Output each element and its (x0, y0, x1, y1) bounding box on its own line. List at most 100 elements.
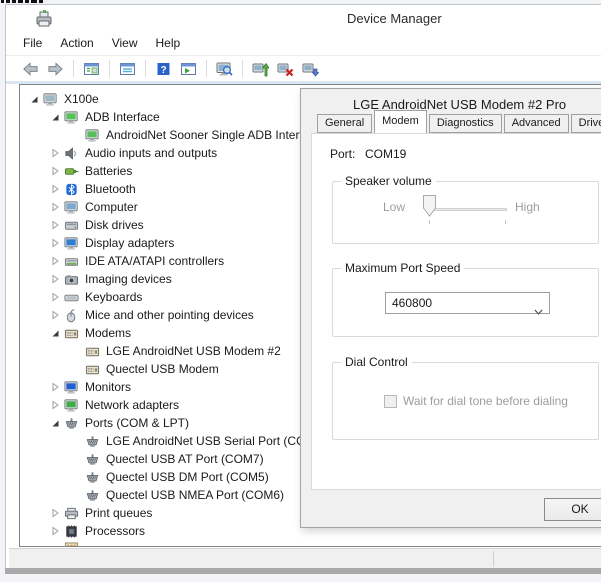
expand-arrow-icon[interactable] (50, 381, 64, 393)
slider-tick (505, 220, 506, 224)
tab-driver[interactable]: Driver (571, 114, 601, 133)
tree-item-label: Print queues (85, 506, 152, 520)
tree-item-label: Display adapters (85, 236, 174, 250)
help-icon[interactable]: ? (154, 60, 173, 78)
pins-icon (64, 542, 80, 548)
ok-button[interactable]: OK (544, 498, 601, 521)
menu-help[interactable]: Help (147, 32, 190, 55)
tree-item-label: X100e (64, 92, 99, 106)
tab-diagnostics[interactable]: Diagnostics (429, 114, 502, 133)
menu-action[interactable]: Action (51, 32, 102, 55)
tree-spacer (71, 129, 85, 141)
action-pane-icon[interactable] (179, 60, 198, 78)
tree-item-label: IDE ATA/ATAPI controllers (85, 254, 224, 268)
dial-control-group-label: Dial Control (341, 355, 412, 369)
collapse-arrow-icon[interactable] (50, 417, 64, 429)
expand-arrow-icon[interactable] (50, 237, 64, 249)
tab-general[interactable]: General (317, 114, 372, 133)
tree-item-label: Network adapters (85, 398, 179, 412)
uninstall-icon[interactable] (276, 60, 295, 78)
maximum-port-speed-group: Maximum Port Speed 460800 (332, 268, 599, 337)
modem-icon (85, 344, 101, 359)
expand-arrow-icon[interactable] (50, 255, 64, 267)
expand-arrow-icon[interactable] (50, 399, 64, 411)
imaging-icon (64, 272, 80, 287)
toolbar-separator (206, 60, 207, 77)
tree-item-label: Monitors (85, 380, 131, 394)
console-tree-icon[interactable] (82, 60, 101, 78)
properties-icon[interactable] (118, 60, 137, 78)
tree-item-label: Batteries (85, 164, 132, 178)
port-icon (85, 434, 101, 449)
tree-spacer (71, 435, 85, 447)
ide-icon (64, 254, 80, 269)
disable-icon[interactable] (301, 60, 320, 78)
forward-icon[interactable] (46, 60, 65, 78)
tab-advanced[interactable]: Advanced (504, 114, 569, 133)
speaker-volume-group: Speaker volume Low High (332, 181, 599, 244)
expand-arrow-icon[interactable] (50, 165, 64, 177)
tree-item-label: Modems (85, 326, 131, 340)
collapse-arrow-icon[interactable] (29, 93, 43, 105)
dial-control-group: Dial Control Wait for dial tone before d… (332, 362, 599, 440)
printer-icon (64, 506, 80, 521)
slider-low-label: Low (383, 200, 405, 214)
tree-item-label: Imaging devices (85, 272, 172, 286)
port-speed-select[interactable]: 460800 (385, 292, 550, 314)
slider-tick (429, 220, 430, 224)
tab-modem[interactable]: Modem (374, 110, 427, 133)
expand-arrow-icon[interactable] (50, 309, 64, 321)
tree-item[interactable] (20, 540, 601, 547)
port-speed-selected-value: 460800 (392, 296, 432, 310)
tree-spacer (71, 471, 85, 483)
menu-file[interactable]: File (14, 32, 51, 55)
mouse-icon (64, 308, 80, 323)
scan-hardware-changes-icon[interactable]: > (215, 60, 234, 78)
update-driver-icon[interactable] (251, 60, 270, 78)
adb-icon (85, 128, 101, 143)
expand-arrow-icon[interactable] (50, 147, 64, 159)
toolbar-separator (242, 60, 243, 77)
maximum-port-speed-group-label: Maximum Port Speed (341, 261, 464, 275)
tree-item-label: Quectel USB AT Port (COM7) (106, 452, 264, 466)
port-value: COM19 (365, 147, 406, 161)
processor-icon (64, 524, 80, 539)
toolbar-separator (109, 60, 110, 77)
collapse-arrow-icon[interactable] (50, 111, 64, 123)
toolbar: ?> (6, 56, 601, 81)
speaker-volume-slider-track[interactable] (427, 208, 507, 211)
monitor-icon (64, 380, 80, 395)
expand-arrow-icon[interactable] (50, 291, 64, 303)
tree-spacer (71, 345, 85, 357)
tree-item-label: Bluetooth (85, 182, 136, 196)
expand-arrow-icon[interactable] (50, 219, 64, 231)
speaker-volume-slider-thumb[interactable] (423, 195, 436, 217)
battery-icon (64, 164, 80, 179)
expand-arrow-icon[interactable] (50, 273, 64, 285)
expand-arrow-icon[interactable] (50, 183, 64, 195)
title-bar: Device Manager (6, 5, 601, 32)
modem-icon (85, 362, 101, 377)
window-title: Device Manager (347, 11, 442, 26)
port-icon (64, 416, 80, 431)
port-label: Port: (330, 147, 355, 161)
status-bar (9, 548, 601, 568)
tree-item-label: Quectel USB DM Port (COM5) (106, 470, 269, 484)
wait-for-dial-tone-checkbox[interactable] (384, 395, 397, 408)
tree-item-label: LGE AndroidNet USB Modem #2 (106, 344, 281, 358)
expand-arrow-icon[interactable] (50, 525, 64, 537)
collapse-arrow-icon[interactable] (50, 327, 64, 339)
audio-icon (64, 146, 80, 161)
tree-item-label: AndroidNet Sooner Single ADB Interfa (106, 128, 309, 142)
back-icon[interactable] (21, 60, 40, 78)
expand-arrow-icon[interactable] (50, 507, 64, 519)
menu-view[interactable]: View (103, 32, 147, 55)
network-icon (64, 398, 80, 413)
tree-item-label: Keyboards (85, 290, 142, 304)
expand-arrow-icon[interactable] (50, 201, 64, 213)
chevron-down-icon (534, 301, 543, 307)
window-bottom-border (5, 568, 601, 574)
tree-item-label: Ports (COM & LPT) (85, 416, 189, 430)
dialog-tab-strip: GeneralModemDiagnosticsAdvancedDriverDe (317, 111, 601, 133)
modem-icon (64, 326, 80, 341)
